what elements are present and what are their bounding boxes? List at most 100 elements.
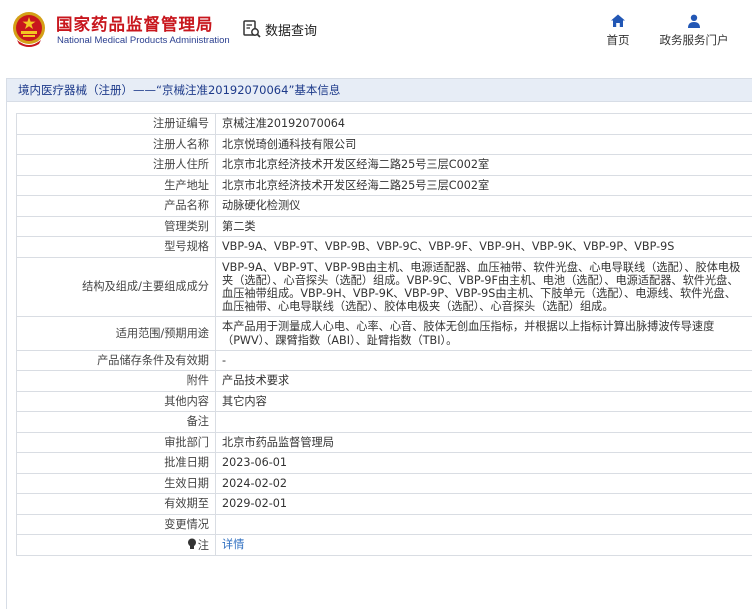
info-label: 产品名称 (16, 195, 216, 217)
info-label: 结构及组成/主要组成成分 (16, 256, 216, 318)
details-link-text[interactable]: 详情 (222, 538, 244, 551)
info-row: 备注 (16, 411, 752, 433)
info-value-text: 北京市北京经济技术开发区经海二路25号三层C002室 (222, 178, 490, 192)
info-value: 本产品用于测量成人心电、心率、心音、肢体无创血压指标，并根据以上指标计算出脉搏波… (215, 316, 752, 351)
info-value: 北京市药品监督管理局 (215, 431, 752, 454)
info-row: 有效期至 2029-02-01 (16, 493, 752, 515)
info-label-text: 型号规格 (164, 240, 209, 254)
info-label: 批准日期 (16, 452, 216, 474)
info-label-text: 有效期至 (164, 497, 209, 511)
info-value: 2024-02-02 (215, 472, 752, 495)
info-row: 生产地址 北京市北京经济技术开发区经海二路25号三层C002室 (16, 174, 752, 196)
lightbulb-icon (187, 538, 196, 549)
info-value: VBP-9A、VBP-9T、VBP-9B、VBP-9C、VBP-9F、VBP-9… (215, 236, 752, 258)
home-icon (611, 14, 625, 27)
info-label: 其他内容 (16, 390, 216, 413)
info-label-text: 附件 (186, 374, 209, 388)
info-value: 其它内容 (215, 390, 752, 413)
info-label-text: 其他内容 (164, 394, 209, 408)
data-query-link[interactable]: 数据查询 (242, 19, 317, 39)
info-label-text: 注册人住所 (153, 158, 209, 172)
info-label: 附件 (16, 370, 216, 392)
info-value: 2023-06-01 (215, 452, 752, 474)
info-value-text: 2023-06-01 (222, 456, 288, 470)
user-icon (688, 14, 700, 28)
info-label-text: 审批部门 (164, 435, 209, 449)
info-value-text: 本产品用于测量成人心电、心率、心音、肢体无创血压指标，并根据以上指标计算出脉搏波… (222, 320, 715, 347)
site-header: 国家药品监督管理局 National Medical Products Admi… (0, 0, 752, 70)
info-label-text: 注册证编号 (153, 117, 209, 131)
info-value (215, 513, 752, 536)
nav-home[interactable]: 首页 (602, 13, 634, 48)
info-row: 适用范围/预期用途 本产品用于测量成人心电、心率、心音、肢体无创血压指标，并根据以… (16, 316, 752, 351)
info-label: 审批部门 (16, 431, 216, 454)
info-value: 2029-02-01 (215, 493, 752, 515)
info-label: 注册人住所 (16, 154, 216, 176)
info-label: 生产地址 (16, 174, 216, 196)
info-row: 其他内容 其它内容 (16, 390, 752, 413)
nav-service-portal[interactable]: 政务服务门户 (654, 13, 734, 48)
data-query-label: 数据查询 (265, 23, 318, 39)
info-value-text: 京械注准20192070064 (222, 117, 346, 131)
info-label: 生效日期 (16, 472, 216, 495)
info-value: 动脉硬化检测仪 (215, 195, 752, 217)
info-row: 管理类别 第二类 (16, 215, 752, 237)
brand-title-cn: 国家药品监督管理局 (56, 15, 214, 34)
info-row: 生效日期 2024-02-02 (16, 472, 752, 495)
info-value-text: 北京市北京经济技术开发区经海二路25号三层C002室 (222, 158, 490, 172)
info-value-text: 北京市药品监督管理局 (222, 435, 334, 449)
info-row: 注册人住所 北京市北京经济技术开发区经海二路25号三层C002室 (16, 154, 752, 176)
info-label: 产品储存条件及有效期 (16, 349, 216, 372)
info-label: 适用范围/预期用途 (16, 316, 216, 351)
info-value-text: 动脉硬化检测仪 (222, 199, 301, 213)
info-value: - (215, 349, 752, 372)
info-panel: 境内医疗器械（注册）——“京械注准20192070064”基本信息 注册证编号京… (6, 78, 752, 609)
nav-home-label: 首页 (606, 33, 630, 47)
info-label: 管理类别 (16, 215, 216, 237)
info-row: 型号规格 VBP-9A、VBP-9T、VBP-9B、VBP-9C、VBP-9F、V… (16, 236, 752, 258)
info-row: 变更情况 (16, 513, 752, 536)
info-label: 有效期至 (16, 493, 216, 515)
info-label-text: 注册人名称 (153, 137, 209, 151)
details-link[interactable]: 详情 (215, 534, 752, 556)
info-value: 第二类 (215, 215, 752, 237)
info-label-text: 备注 (186, 415, 209, 429)
info-value-text: 第二类 (222, 219, 256, 233)
info-value-text: 产品技术要求 (222, 374, 290, 388)
info-row: 产品名称 动脉硬化检测仪 (16, 195, 752, 217)
info-label: 注册人名称 (16, 133, 216, 155)
info-label-text: 注 (197, 538, 209, 552)
panel-title: 境内医疗器械（注册）——“京械注准20192070064”基本信息 (7, 79, 752, 102)
info-value: 京械注准20192070064 (215, 113, 752, 135)
info-row: 附件 产品技术要求 (16, 370, 752, 392)
info-value-text: 北京悦琦创通科技有限公司 (222, 137, 357, 151)
info-label: 注册证编号 (16, 113, 216, 135)
info-label-text: 产品储存条件及有效期 (97, 353, 209, 367)
info-value-text: 2024-02-02 (222, 476, 288, 490)
info-value-text: 其它内容 (222, 394, 267, 408)
brand-title-en: National Medical Products Administration (57, 35, 230, 46)
info-row: 审批部门 北京市药品监督管理局 (16, 431, 752, 454)
info-value-text: VBP-9A、VBP-9T、VBP-9B、VBP-9C、VBP-9F、VBP-9… (222, 240, 675, 254)
info-label: 备注 (16, 411, 216, 433)
document-search-icon (243, 20, 261, 38)
info-row: 注册证编号 京械注准20192070064 (16, 113, 752, 135)
info-value: 北京市北京经济技术开发区经海二路25号三层C002室 (215, 154, 752, 176)
national-emblem-icon (13, 12, 45, 47)
registration-info-table: 注册证编号 京械注准20192070064 注册人名称 北京悦琦创通科技有限公司 注册人… (16, 113, 752, 556)
info-label-text: 生产地址 (164, 178, 209, 192)
info-value: 产品技术要求 (215, 370, 752, 392)
info-label: 变更情况 (16, 513, 216, 536)
info-label-text: 生效日期 (164, 476, 209, 490)
info-label-text: 产品名称 (164, 199, 209, 213)
info-value-text: - (222, 353, 227, 367)
info-row: 批准日期 2023-06-01 (16, 452, 752, 474)
info-label-text: 批准日期 (164, 456, 209, 470)
info-value (215, 411, 752, 433)
info-row: 注详情 (16, 534, 752, 556)
info-value-text: VBP-9A、VBP-9T、VBP-9B由主机、电源适配器、血压袖带、软件光盘、… (222, 260, 741, 314)
info-value-text: 2029-02-01 (222, 497, 288, 511)
info-value: VBP-9A、VBP-9T、VBP-9B由主机、电源适配器、血压袖带、软件光盘、… (215, 256, 752, 318)
info-row: 注册人名称 北京悦琦创通科技有限公司 (16, 133, 752, 155)
info-label-text: 管理类别 (164, 219, 209, 233)
